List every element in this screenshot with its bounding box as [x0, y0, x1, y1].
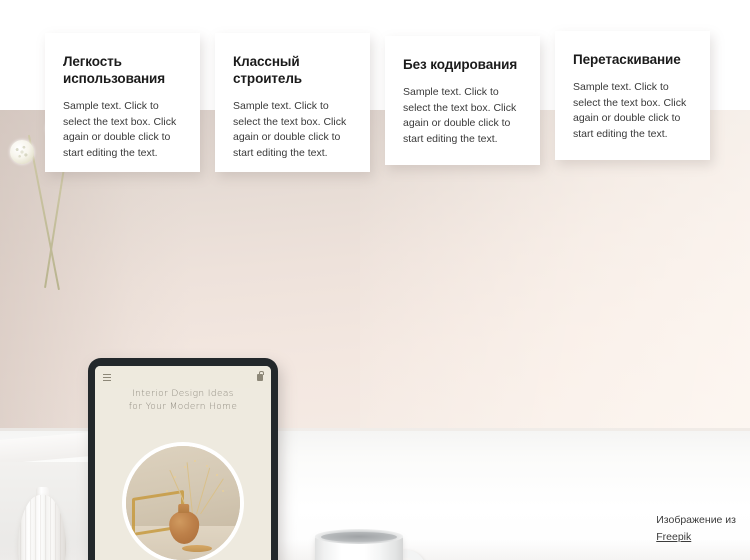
page-root: Interior Design Ideas for Your Modern Ho… [0, 0, 750, 560]
feature-card-no-coding-title: Без кодирования [403, 57, 518, 72]
feature-card-cool-builder-body: Sample text. Click to select the text bo… [233, 100, 347, 159]
feature-card-drag-and-drop-title: Перетаскивание [573, 52, 681, 67]
tablet-hero-heading: Interior Design Ideas for Your Modern Ho… [95, 388, 271, 414]
feature-cards-row: Легкость использования Sample text. Clic… [0, 0, 750, 200]
feature-card-cool-builder-title: Классный строитель [233, 54, 303, 86]
mug-interior [321, 532, 397, 542]
feature-card-ease-of-use-body: Sample text. Click to select the text bo… [63, 100, 177, 159]
feature-card-ease-of-use[interactable]: Легкость использования Sample text. Clic… [45, 33, 200, 172]
image-attribution: Изображение из Freepik [656, 512, 736, 546]
tablet-site-header [95, 366, 271, 388]
feature-card-drag-and-drop-body: Sample text. Click to select the text bo… [573, 81, 687, 140]
tablet-hero-image [122, 442, 244, 560]
hero-image-brass-tray [182, 545, 212, 552]
hamburger-menu-icon[interactable] [103, 373, 111, 381]
tablet-device: Interior Design Ideas for Your Modern Ho… [88, 358, 278, 560]
shopping-bag-icon[interactable] [257, 371, 264, 381]
feature-card-no-coding-body: Sample text. Click to select the text bo… [403, 86, 517, 145]
attribution-source-link[interactable]: Freepik [656, 531, 691, 543]
feature-card-cool-builder[interactable]: Классный строитель Sample text. Click to… [215, 33, 370, 172]
tablet-hero-line-1: Interior Design Ideas [132, 389, 234, 399]
feature-card-drag-and-drop[interactable]: Перетаскивание Sample text. Click to sel… [555, 31, 710, 160]
feature-card-ease-of-use-title: Легкость использования [63, 54, 166, 86]
tablet-screen: Interior Design Ideas for Your Modern Ho… [95, 366, 271, 560]
tablet-hero-line-2: for Your Modern Home [128, 402, 238, 412]
attribution-prefix: Изображение из [656, 514, 736, 526]
feature-card-no-coding[interactable]: Без кодирования Sample text. Click to se… [385, 36, 540, 165]
